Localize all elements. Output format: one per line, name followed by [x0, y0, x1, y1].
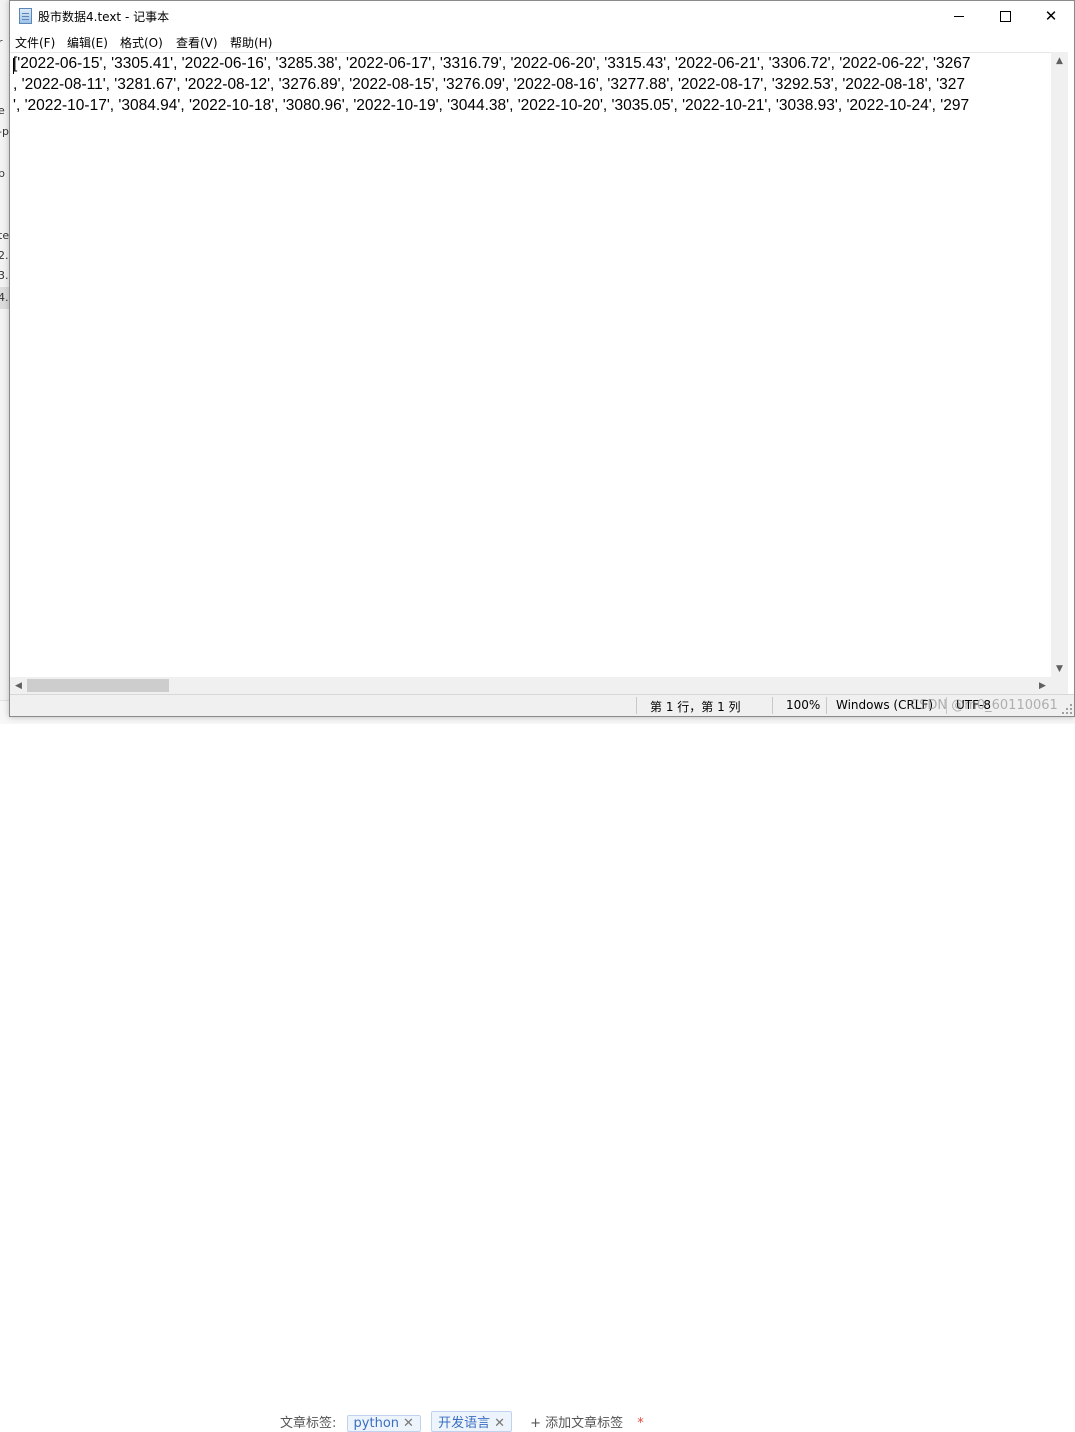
- title-bar[interactable]: 股市数据4.text - 记事本 ✕: [10, 1, 1074, 32]
- background-tag-row: 文章标签: python ✕ 开发语言 ✕ + 添加文章标签 *: [280, 1411, 644, 1432]
- text-line[interactable]: ', '2022-10-17', '3084.94', '2022-10-18'…: [13, 95, 969, 116]
- status-separator: [636, 697, 637, 714]
- close-icon[interactable]: ✕: [403, 1416, 414, 1431]
- scrollbar-corner: [1051, 677, 1068, 694]
- zoom-level: 100%: [786, 698, 821, 712]
- scroll-left-arrow-icon[interactable]: ◀: [10, 677, 27, 694]
- minimize-icon: [954, 16, 964, 17]
- tags-label: 文章标签:: [280, 1416, 337, 1431]
- text-caret: [13, 58, 14, 74]
- status-separator: [826, 697, 827, 714]
- close-icon[interactable]: ✕: [494, 1416, 505, 1431]
- menu-bar: 文件(F) 编辑(E) 格式(O) 查看(V) 帮助(H): [10, 32, 1074, 52]
- maximize-icon: [999, 11, 1011, 22]
- text-line[interactable]: ['2022-06-15', '3305.41', '2022-06-16', …: [13, 53, 970, 74]
- tag-chip[interactable]: python ✕: [346, 1415, 421, 1432]
- background-text-fragment: 3.: [0, 269, 9, 282]
- background-text-fragment: e: [0, 104, 5, 117]
- text-line[interactable]: , '2022-08-11', '3281.67', '2022-08-12',…: [13, 74, 965, 95]
- minimize-button[interactable]: [936, 1, 982, 32]
- watermark: CSDN @m0_60110061: [910, 698, 1058, 713]
- status-bar: 第 1 行，第 1 列 100% Windows (CRLF) UTF-8 CS…: [10, 694, 1074, 716]
- vertical-scrollbar[interactable]: ▲ ▼: [1051, 52, 1068, 677]
- add-tag-button[interactable]: + 添加文章标签: [530, 1416, 623, 1431]
- cursor-position: 第 1 行，第 1 列: [650, 700, 741, 714]
- window-title: 股市数据4.text - 记事本: [38, 10, 170, 24]
- scroll-up-arrow-icon[interactable]: ▲: [1051, 52, 1068, 69]
- required-mark: *: [637, 1416, 644, 1431]
- status-separator: [772, 697, 773, 714]
- horizontal-scroll-thumb[interactable]: [27, 679, 169, 692]
- background-text-fragment: r: [0, 36, 3, 49]
- notepad-window: 股市数据4.text - 记事本 ✕ 文件(F) 编辑(E) 格式(O) 查看(…: [9, 0, 1075, 717]
- close-icon: ✕: [1044, 7, 1058, 25]
- horizontal-scrollbar[interactable]: ◀ ▶: [10, 677, 1051, 694]
- menu-format[interactable]: 格式(O): [120, 34, 163, 51]
- scroll-down-arrow-icon[interactable]: ▼: [1051, 660, 1068, 677]
- background-text-fragment: -p: [0, 125, 9, 138]
- menu-file[interactable]: 文件(F): [15, 34, 55, 51]
- tag-label: 开发语言: [438, 1416, 491, 1431]
- tag-chip[interactable]: 开发语言 ✕: [431, 1411, 512, 1432]
- menu-edit[interactable]: 编辑(E): [67, 34, 108, 51]
- background-text-fragment: p: [0, 167, 5, 180]
- close-button[interactable]: ✕: [1028, 1, 1074, 32]
- background-text-fragment: 2.: [0, 249, 9, 262]
- menu-view[interactable]: 查看(V): [176, 34, 218, 51]
- notepad-icon: [19, 8, 32, 24]
- scroll-right-arrow-icon[interactable]: ▶: [1034, 677, 1051, 694]
- background-text-fragment: te: [0, 229, 10, 242]
- tag-label: python: [353, 1416, 400, 1431]
- maximize-button[interactable]: [982, 1, 1028, 32]
- resize-grip-icon[interactable]: [1062, 704, 1072, 714]
- text-editor[interactable]: ['2022-06-15', '3305.41', '2022-06-16', …: [10, 52, 1051, 677]
- background-text-fragment: 4.: [0, 291, 9, 304]
- menu-help[interactable]: 帮助(H): [230, 34, 272, 51]
